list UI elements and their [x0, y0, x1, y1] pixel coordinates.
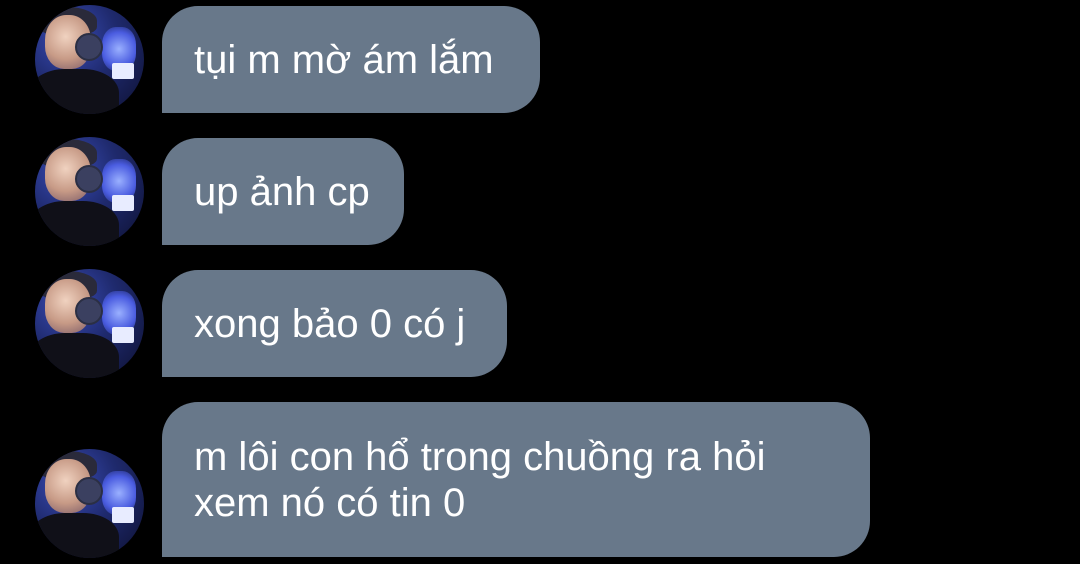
message-thread: tụi m mờ ám lắm up ảnh cp xong bảo 0 có …: [0, 0, 1080, 564]
sender-avatar[interactable]: [35, 449, 144, 558]
message-bubble[interactable]: tụi m mờ ám lắm: [162, 6, 540, 113]
message-bubble[interactable]: xong bảo 0 có j: [162, 270, 507, 377]
message-text: up ảnh cp: [194, 169, 370, 214]
message-text: tụi m mờ ám lắm: [194, 37, 494, 82]
message-text: xong bảo 0 có j: [194, 301, 466, 346]
sender-avatar[interactable]: [35, 137, 144, 246]
sender-avatar[interactable]: [35, 269, 144, 378]
message-text: m lôi con hổ trong chuồng ra hỏi xem nó …: [194, 434, 766, 525]
sender-avatar[interactable]: [35, 5, 144, 114]
message-bubble[interactable]: m lôi con hổ trong chuồng ra hỏi xem nó …: [162, 402, 870, 557]
message-bubble[interactable]: up ảnh cp: [162, 138, 404, 245]
